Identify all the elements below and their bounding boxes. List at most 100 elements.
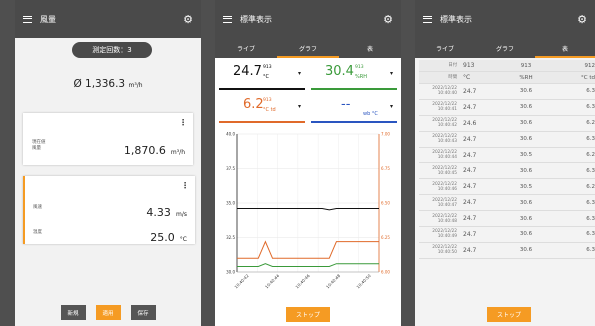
apply-button[interactable]: 適用 [95, 305, 121, 320]
table-row: 2022/12/22 10:40:45 24.7 30.6 6.3 [419, 163, 595, 180]
tab-bar: ライブ グラフ 表 [215, 38, 401, 58]
series-line-0 [237, 208, 379, 211]
table-cell: 24.7 [463, 183, 477, 191]
current-label-line2: 風量 [32, 146, 41, 151]
average-unit: m³/h [128, 82, 143, 89]
app-bar: 標準表示 ⚙ [415, 0, 595, 38]
temperature-value: 25.0 °C [150, 226, 187, 245]
chevron-down-icon[interactable]: ▾ [298, 70, 301, 77]
table-cell: 30.6 [519, 215, 533, 222]
table-header-row: 日付 913 913 912 [419, 60, 595, 72]
table-cell: 6.3 [586, 88, 595, 95]
left-tick-label: 40.0 [226, 132, 235, 137]
velocity-value: 4.33 m/s [146, 201, 187, 220]
left-tick-label: 37.5 [226, 166, 235, 171]
live-graph[interactable]: 40.0 7.00 37.5 6.75 35.0 6.50 32.5 6.25 30.0 6.00… [215, 126, 401, 306]
table-cell: 24.7 [463, 151, 477, 159]
new-button[interactable]: 新規 [60, 305, 86, 320]
table-header-cell: 時間 [448, 75, 457, 80]
average-airflow-value: Ø 1,336.3 m³/h [15, 78, 201, 90]
table-header-cell: °C td [581, 74, 595, 81]
tab-live[interactable]: ライブ [415, 38, 475, 58]
humidity-reading-unit: %RH [355, 74, 367, 80]
temperature-probe-id: 913 [263, 65, 272, 70]
table-cell: 6.3 [586, 104, 595, 111]
table-cell: 6.3 [586, 247, 595, 254]
left-tick-label: 30.0 [226, 270, 235, 275]
menu-icon[interactable] [223, 15, 232, 23]
tab-graph[interactable]: グラフ [277, 38, 339, 58]
wetbulb-reading-unit: wb °C [363, 111, 378, 117]
table-cell: 6.2 [586, 152, 595, 158]
table-header-row: 時間 °C %RH °C td [419, 72, 595, 84]
chevron-down-icon[interactable]: ▾ [390, 70, 393, 77]
dewpoint-reading-value: 6.2 [243, 97, 264, 112]
tab-table[interactable]: 表 [535, 38, 595, 58]
tab-bar: ライブ グラフ 表 [415, 38, 595, 58]
screen-title: 標準表示 [440, 14, 472, 24]
table-cell: 6.3 [586, 167, 595, 174]
chevron-down-icon[interactable]: ▾ [298, 103, 301, 110]
save-button[interactable]: 保存 [130, 305, 156, 320]
left-tick-label: 32.5 [226, 235, 235, 240]
table-row: 2022/12/22 10:40:41 24.7 30.6 6.3 [419, 100, 595, 116]
table-cell: 24.7 [463, 167, 477, 175]
temperature-reading-value: 24.7 [233, 64, 262, 79]
table-cell: 2022/12/22 10:40:50 [432, 245, 457, 256]
table-cell: 6.3 [586, 199, 595, 206]
chevron-down-icon[interactable]: ▾ [390, 103, 393, 110]
table-header-cell: 日付 [448, 63, 457, 68]
temperature-number: 25.0 [150, 231, 175, 244]
table-cell: 6.3 [586, 215, 595, 222]
x-tick-label: 10:40:48 [325, 273, 342, 290]
humidity-reading[interactable]: 30.4 913 %RH ▾ [311, 60, 397, 90]
current-airflow-card[interactable]: ⋮ 現在値 風量 1,870.6 m³/h [23, 113, 193, 165]
wetbulb-reading[interactable]: -- wb °C ▾ [311, 93, 397, 123]
table-cell: 24.7 [463, 246, 477, 254]
menu-icon[interactable] [23, 15, 32, 23]
gear-icon[interactable]: ⚙ [383, 14, 393, 25]
more-options-icon[interactable]: ⋮ [181, 181, 189, 190]
app-bar: 標準表示 ⚙ [215, 0, 401, 38]
table-cell: 2022/12/22 10:40:42 [432, 118, 457, 129]
gear-icon[interactable]: ⚙ [183, 14, 193, 25]
stop-button[interactable]: ストップ [286, 307, 330, 322]
right-tick-label: 6.75 [381, 166, 390, 171]
tab-live[interactable]: ライブ [215, 38, 277, 58]
temperature-reading[interactable]: 24.7 913 °C ▾ [219, 60, 305, 90]
tab-table[interactable]: 表 [339, 38, 401, 58]
table-cell: 30.6 [519, 88, 533, 95]
table-cell: 24.7 [463, 103, 477, 111]
stop-button[interactable]: ストップ [487, 307, 531, 322]
phone-airflow-screen: 風量 ⚙ 測定回数：3 Ø 1,336.3 m³/h ⋮ 現在値 風量 1,87… [15, 0, 201, 326]
table-row: 2022/12/22 10:40:47 24.7 30.6 6.3 [419, 195, 595, 212]
table-cell: 30.6 [519, 136, 533, 143]
table-row: 2022/12/22 10:40:46 24.7 30.5 6.2 [419, 179, 595, 196]
temperature-unit: °C [179, 236, 187, 243]
series-line-2 [237, 263, 379, 267]
table-cell: 24.7 [463, 87, 477, 95]
tab-graph[interactable]: グラフ [475, 38, 535, 58]
table-cell: 2022/12/22 10:40:44 [432, 150, 457, 160]
table-cell: 30.5 [519, 152, 533, 158]
left-tick-label: 35.0 [226, 201, 235, 206]
sensor-values-card[interactable]: ⋮ 風速 4.33 m/s 温度 25.0 °C [23, 176, 195, 244]
screen-title: 標準表示 [240, 14, 272, 24]
table-header-cell: 912 [584, 62, 595, 69]
velocity-number: 4.33 [146, 206, 171, 219]
dewpoint-reading[interactable]: 6.2 913 °C td ▾ [219, 93, 305, 123]
table-cell: 30.6 [519, 120, 533, 127]
table-cell: 30.6 [519, 231, 533, 238]
series-line-1 [237, 240, 379, 259]
dewpoint-reading-unit: °C td [263, 107, 276, 113]
more-options-icon[interactable]: ⋮ [179, 118, 187, 127]
menu-icon[interactable] [423, 15, 432, 23]
x-tick-label: 10:40:50 [355, 273, 372, 290]
humidity-reading-value: 30.4 [325, 64, 354, 79]
dewpoint-probe-id: 913 [263, 98, 272, 103]
data-table: 日付 913 913 912 時間 °C %RH °C td 2022/12/22 10:40:… [419, 60, 595, 259]
table-row: 2022/12/22 10:40:49 24.7 30.6 6.3 [419, 227, 595, 243]
table-cell: 30.5 [519, 183, 533, 190]
gear-icon[interactable]: ⚙ [577, 14, 587, 25]
right-tick-label: 7.00 [381, 132, 390, 137]
